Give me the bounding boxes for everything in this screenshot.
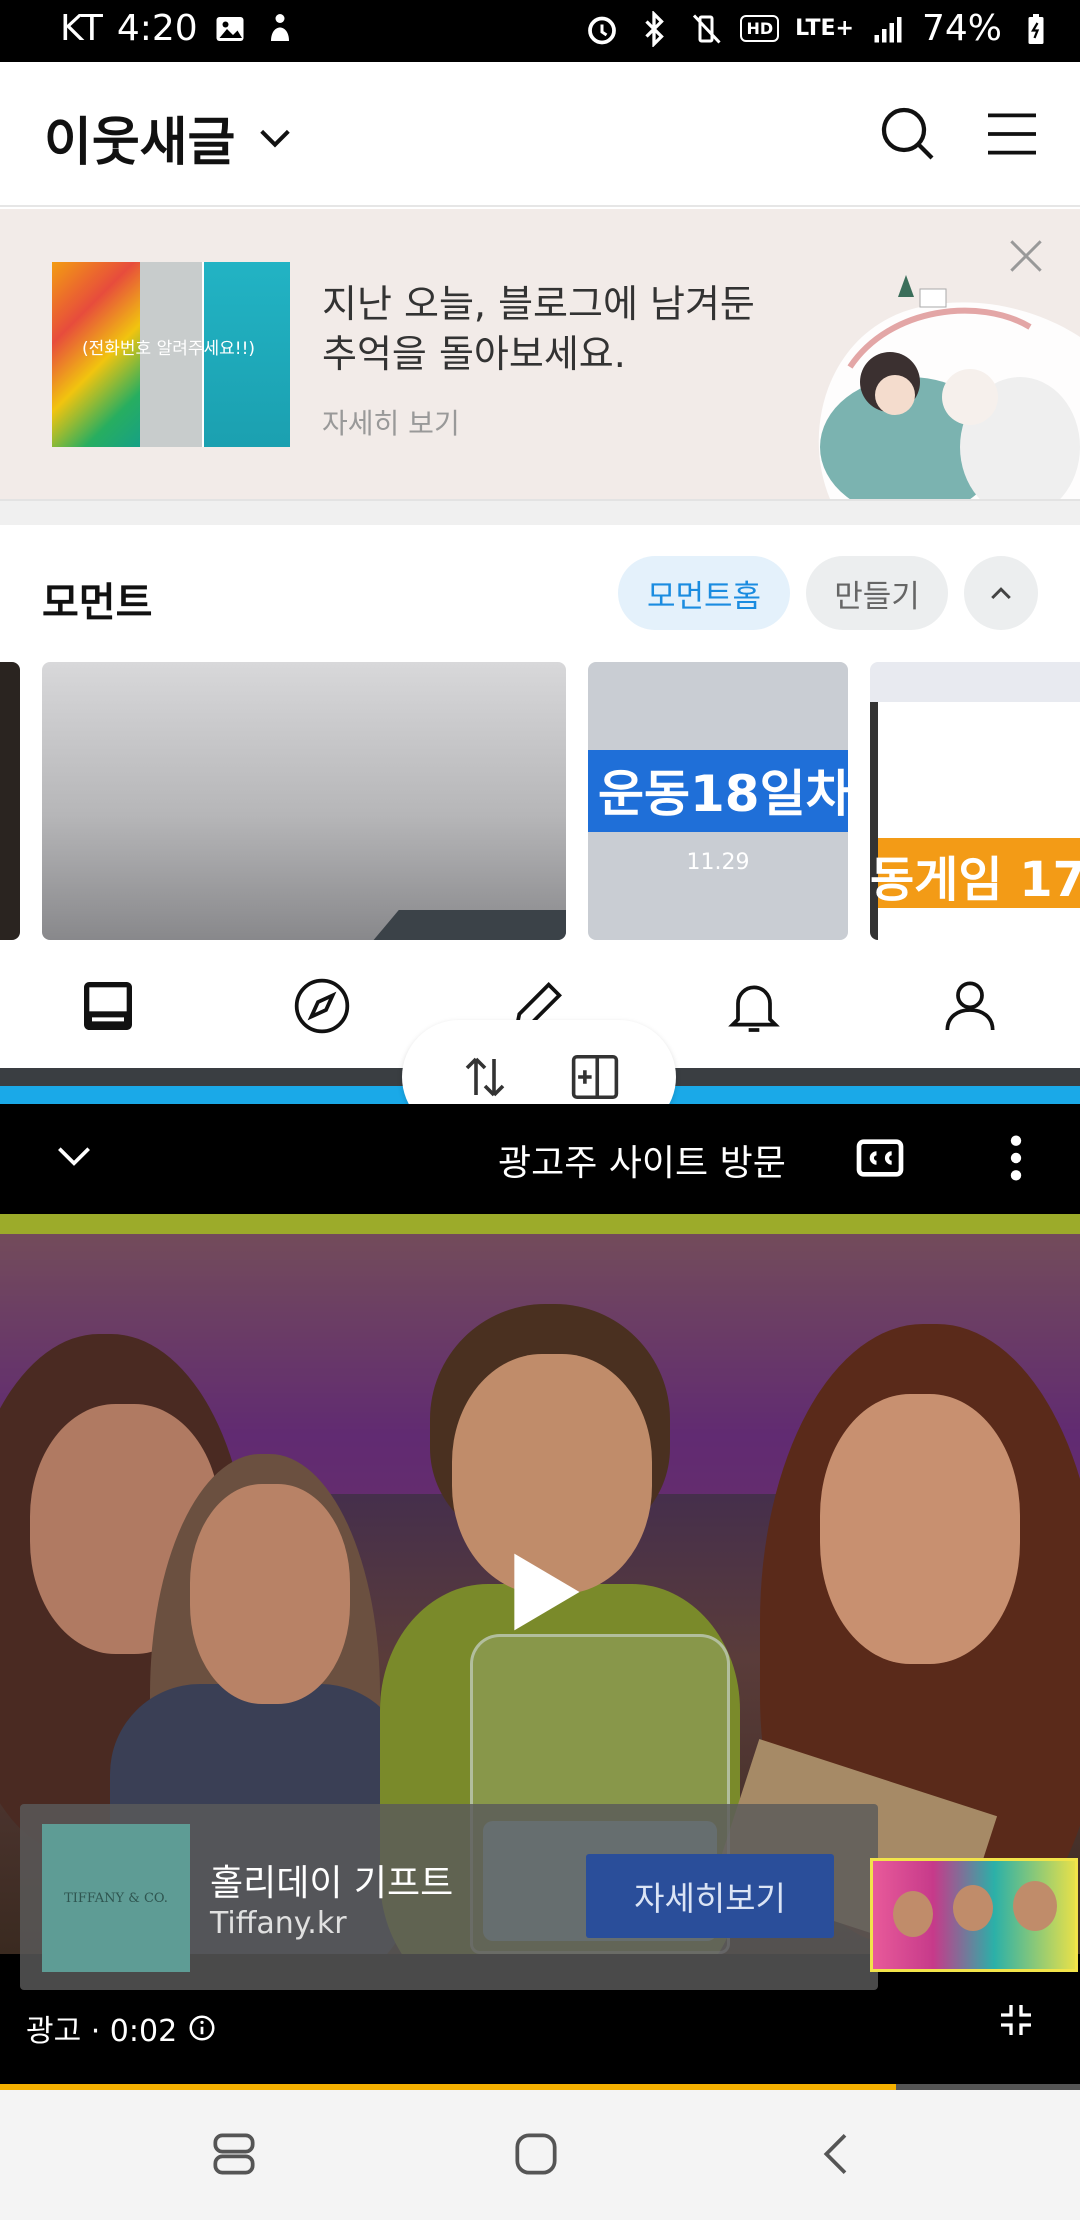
gallery-icon <box>212 11 248 47</box>
thumbnail-caption: (전화번호 알려주세요!!) <box>82 339 256 359</box>
home-button[interactable] <box>508 2126 564 2182</box>
moment-card[interactable] <box>0 662 20 940</box>
advertiser-logo-text: TIFFANY & CO. <box>64 1890 168 1906</box>
advertiser-logo: TIFFANY & CO. <box>42 1824 190 1972</box>
back-button[interactable] <box>810 2126 866 2182</box>
swap-vertical-icon <box>465 1057 505 1097</box>
menu-button[interactable] <box>980 102 1044 166</box>
minimize-chevron-icon[interactable] <box>52 1134 96 1178</box>
banner-thumbnail: (전화번호 알려주세요!!) <box>52 262 290 447</box>
search-button[interactable] <box>876 102 940 166</box>
section-title: 모먼트 <box>42 580 153 626</box>
app-pair-icon <box>571 1054 619 1100</box>
moment-card-label: 운동18일차 <box>598 765 848 823</box>
status-left: KT 4:20 <box>60 8 298 49</box>
carrier-label: KT <box>60 8 103 49</box>
home-icon <box>515 2133 557 2175</box>
search-icon <box>881 107 934 160</box>
hamburger-menu-icon <box>988 113 1036 155</box>
chevron-up-icon <box>991 587 1011 600</box>
bell-icon <box>728 985 780 1032</box>
app-header: 이웃새글 <box>0 62 1080 207</box>
feed-icon <box>84 982 132 1030</box>
ad-cta-button[interactable]: 자세히보기 <box>586 1854 834 1938</box>
moment-carousel[interactable]: 운동18일차 11.29 동게임 17 <box>0 662 1080 940</box>
memory-banner[interactable]: (전화번호 알려주세요!!) 지난 오늘, 블로그에 남겨둔 추억을 돌아보세요… <box>0 209 1080 499</box>
nav-notifications[interactable] <box>722 974 786 1038</box>
ad-status: 광고 · 0:02 <box>26 2006 217 2050</box>
moment-card-date: 11.29 <box>686 850 750 875</box>
exit-fullscreen-icon[interactable] <box>996 2000 1036 2040</box>
signal-icon <box>870 11 906 47</box>
ad-overlay-card[interactable]: TIFFANY & CO. 홀리데이 기프트 Tiffany.kr 자세히보기 <box>20 1804 878 1990</box>
collapse-button[interactable] <box>964 556 1038 630</box>
swap-windows-button[interactable] <box>458 1050 512 1104</box>
vibrate-mute-icon <box>688 11 724 47</box>
bluetooth-icon <box>636 9 672 48</box>
create-moment-button[interactable]: 만들기 <box>806 556 948 630</box>
system-nav-bar <box>0 2090 1080 2220</box>
page-title: 이웃새글 <box>44 113 236 173</box>
alarm-icon <box>584 11 620 47</box>
hd-voice-badge: HD <box>740 15 780 42</box>
closed-captions-icon[interactable] <box>852 1130 908 1186</box>
feed-selector[interactable]: 이웃새글 <box>44 100 295 175</box>
accessibility-icon <box>262 11 298 47</box>
info-icon[interactable] <box>187 2013 217 2043</box>
ad-preview-thumbnail[interactable] <box>870 1858 1078 1972</box>
nav-profile[interactable] <box>938 974 1002 1038</box>
ad-timer: 광고 · 0:02 <box>26 2014 178 2049</box>
ad-title: 홀리데이 기프트 <box>210 1863 454 1904</box>
add-app-pair-button[interactable] <box>568 1050 622 1104</box>
moment-card-label: 동게임 17 <box>870 852 1080 908</box>
banner-headline-line1: 지난 오늘, 블로그에 남겨둔 <box>322 282 755 326</box>
chevron-down-icon <box>260 129 291 147</box>
nav-feed[interactable] <box>76 974 140 1038</box>
person-icon <box>945 981 995 1031</box>
status-bar: KT 4:20 HD LTE+ 74% <box>0 0 1080 62</box>
moment-card[interactable] <box>42 662 566 940</box>
moment-card[interactable]: 운동18일차 11.29 <box>588 662 848 940</box>
compass-icon <box>294 978 350 1034</box>
banner-headline-line2: 추억을 돌아보세요. <box>322 332 626 376</box>
recent-apps-icon <box>213 2133 255 2175</box>
recent-apps-button[interactable] <box>206 2126 262 2182</box>
moment-card[interactable]: 동게임 17 <box>870 662 1080 940</box>
more-vertical-icon[interactable] <box>996 1132 1036 1184</box>
banner-detail-link[interactable]: 자세히 보기 <box>322 402 460 442</box>
section-divider <box>0 499 1080 525</box>
network-type: LTE+ <box>795 15 854 41</box>
close-icon[interactable] <box>1004 234 1048 278</box>
ad-domain: Tiffany.kr <box>210 1906 347 1941</box>
visit-advertiser-link[interactable]: 광고주 사이트 방문 <box>498 1134 786 1186</box>
clock: 4:20 <box>116 8 198 49</box>
player-top-bar: 광고주 사이트 방문 <box>0 1104 1080 1214</box>
play-icon[interactable] <box>505 1546 585 1638</box>
nav-explore[interactable] <box>290 974 354 1038</box>
banner-illustration <box>818 275 1080 499</box>
status-right: HD LTE+ 74% <box>584 8 1054 49</box>
back-chevron-icon <box>823 2134 847 2174</box>
battery-icon <box>1018 11 1054 47</box>
moment-home-button[interactable]: 모먼트홈 <box>618 556 790 630</box>
battery-percent: 74% <box>921 8 1002 49</box>
